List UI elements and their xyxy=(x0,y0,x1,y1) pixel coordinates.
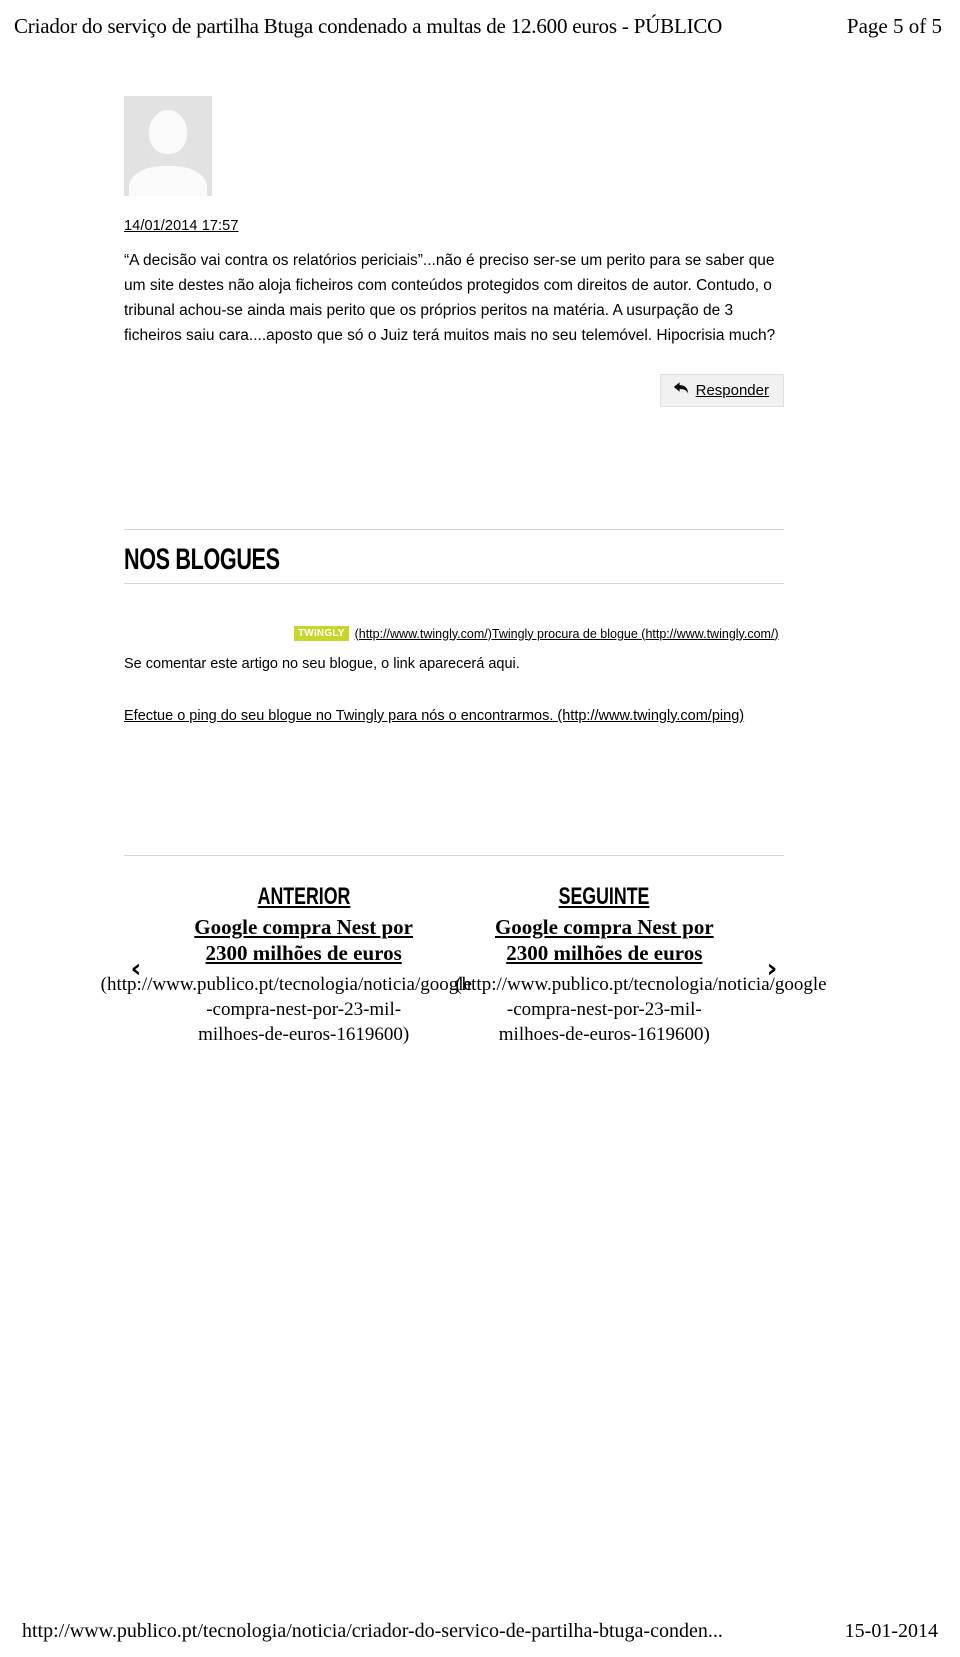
chevron-right-icon[interactable]: › xyxy=(760,884,784,982)
chevron-left-icon[interactable]: ‹ xyxy=(124,884,148,982)
comment-text: “A decisão vai contra os relatórios peri… xyxy=(124,252,776,344)
nav-next-url-line3: milhoes-de-euros-1619600) xyxy=(498,1024,710,1045)
page-indicator: Page 5 of 5 xyxy=(846,13,942,38)
avatar xyxy=(124,96,212,196)
avatar-head-shape xyxy=(149,110,187,154)
nav-previous-title-line1: Google compra Nest por xyxy=(194,915,414,939)
section-divider-top xyxy=(124,529,784,530)
reply-button[interactable]: Responder xyxy=(659,374,784,407)
nav-previous-url-line2: -compra-nest-por-23-mil- xyxy=(206,999,402,1020)
print-footer: http://www.publico.pt/tecnologia/noticia… xyxy=(0,1620,960,1643)
blogues-heading: NOS BLOGUES xyxy=(124,543,280,576)
comment-timestamp[interactable]: 14/01/2014 17:57 xyxy=(124,218,784,234)
twingly-search-link[interactable]: (http://www.twingly.com/)Twingly procura… xyxy=(355,627,779,641)
nav-next-kicker: SEGUINTE xyxy=(558,883,650,910)
nav-previous-url-line1: (http://www.publico.pt/tecnologia/notici… xyxy=(100,974,472,995)
nav-previous-url-line3: milhoes-de-euros-1619600) xyxy=(198,1024,410,1045)
comment-block: 14/01/2014 17:57 “A decisão vai contra o… xyxy=(124,96,784,407)
twingly-ping-link[interactable]: Efectue o ping do seu blogue no Twingly … xyxy=(124,708,784,724)
nav-previous-url: (http://www.publico.pt/tecnologia/notici… xyxy=(101,972,472,1047)
blogues-note: Se comentar este artigo no seu blogue, o… xyxy=(124,656,520,672)
print-footer-date: 15-01-2014 xyxy=(844,1620,938,1642)
print-header: Criador do serviço de partilha Btuga con… xyxy=(0,0,960,46)
document-title: Criador do serviço de partilha Btuga con… xyxy=(14,13,723,38)
nav-next-title: Google compra Nest por 2300 milhões de e… xyxy=(459,914,749,966)
nav-next-title-line1: Google compra Nest por xyxy=(494,915,714,939)
twingly-logo-icon[interactable]: TWINGLY xyxy=(294,626,349,641)
nav-next-article[interactable]: SEGUINTE Google compra Nest por 2300 mil… xyxy=(455,883,826,1047)
nav-previous-article[interactable]: ANTERIOR Google compra Nest por 2300 mil… xyxy=(101,883,472,1047)
reply-button-label: Responder xyxy=(695,381,769,399)
print-footer-url: http://www.publico.pt/tecnologia/noticia… xyxy=(22,1620,723,1642)
section-divider-under-heading xyxy=(124,583,784,584)
twingly-row: TWINGLY (http://www.twingly.com/)Twingly… xyxy=(124,626,784,641)
nav-previous-title-line2: 2300 milhões de euros xyxy=(205,941,402,965)
reply-row: Responder xyxy=(124,374,784,407)
nav-divider xyxy=(124,855,784,856)
avatar-body-shape xyxy=(129,166,207,196)
article-navigation: ‹ ANTERIOR Google compra Nest por 2300 m… xyxy=(101,855,827,1047)
blogues-section: NOS BLOGUES TWINGLY (http://www.twingly.… xyxy=(124,529,784,724)
nav-next-url: (http://www.publico.pt/tecnologia/notici… xyxy=(455,972,826,1047)
nav-next-title-line2: 2300 milhões de euros xyxy=(506,941,703,965)
nav-body: ‹ ANTERIOR Google compra Nest por 2300 m… xyxy=(101,883,827,1047)
nav-next-url-line1: (http://www.publico.pt/tecnologia/notici… xyxy=(455,974,827,995)
nav-previous-kicker: ANTERIOR xyxy=(257,883,351,910)
nav-previous-title: Google compra Nest por 2300 milhões de e… xyxy=(159,914,449,966)
reply-arrow-icon xyxy=(673,381,689,399)
nav-next-url-line2: -compra-nest-por-23-mil- xyxy=(506,999,702,1020)
